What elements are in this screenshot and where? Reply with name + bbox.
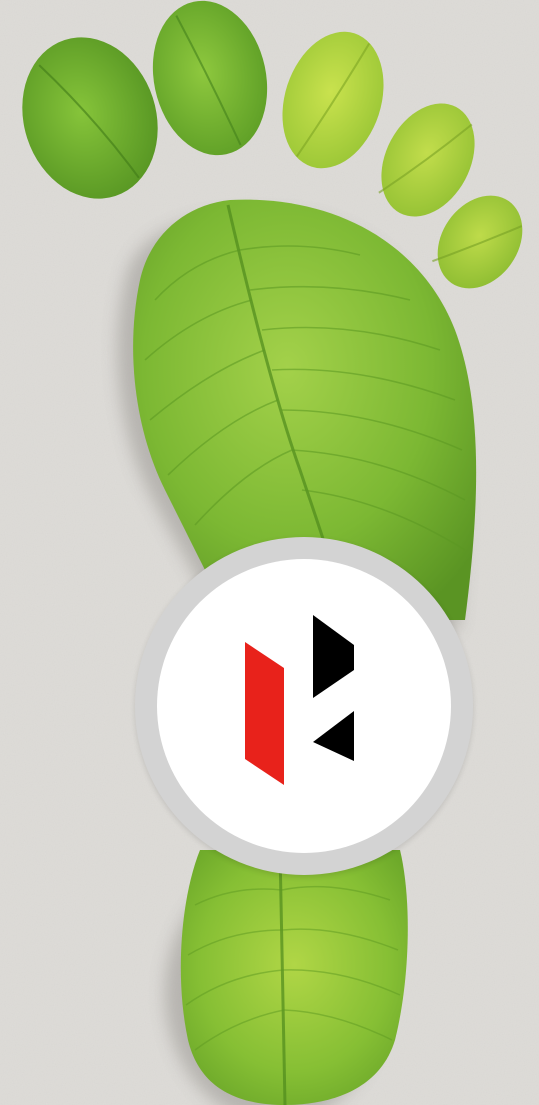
logo-top-black-shape	[313, 615, 354, 698]
footprint-photo	[0, 0, 539, 1105]
logo-bottom-black-shape	[313, 711, 354, 761]
logo-red-bar	[245, 642, 284, 785]
heel-leaf	[180, 849, 408, 1105]
logo-badge-inner	[157, 559, 451, 853]
brand-logo-icon	[245, 615, 354, 785]
logo-badge	[135, 537, 473, 875]
